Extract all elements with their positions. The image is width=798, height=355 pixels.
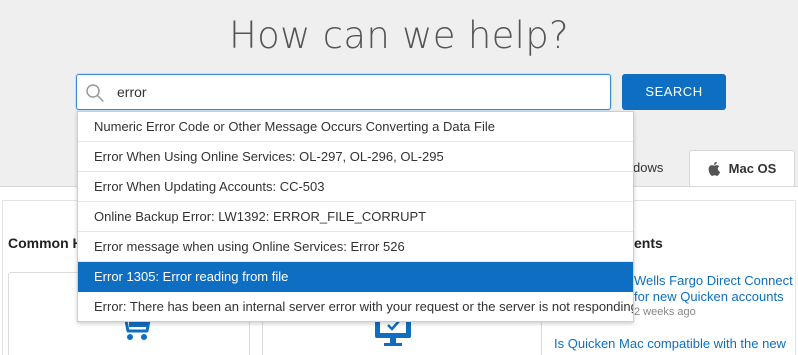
article-link[interactable]: Is Quicken Mac compatible with the new: [554, 336, 794, 352]
suggestion-item[interactable]: Error When Using Online Services: OL-297…: [78, 142, 633, 172]
page-title: How can we help?: [229, 14, 569, 57]
search-button[interactable]: SEARCH: [622, 74, 726, 110]
suggestion-item-selected[interactable]: Error 1305: Error reading from file: [78, 262, 633, 292]
suggestion-item[interactable]: Error When Updating Accounts: CC-503: [78, 172, 633, 202]
suggestion-item[interactable]: Error: There has been an internal server…: [78, 292, 633, 322]
apple-icon: [708, 161, 720, 176]
recent-heading: ents: [634, 235, 663, 251]
article-time: 2 weeks ago: [634, 306, 696, 318]
search-box[interactable]: [76, 74, 611, 110]
search-icon: [86, 84, 104, 102]
common-heading: Common H: [8, 235, 83, 251]
tab-mac-os[interactable]: Mac OS: [689, 150, 795, 186]
suggestion-item[interactable]: Numeric Error Code or Other Message Occu…: [78, 112, 633, 142]
search-suggestions-dropdown: Numeric Error Code or Other Message Occu…: [77, 111, 634, 322]
tab-mac-os-label: Mac OS: [728, 160, 777, 176]
search-input[interactable]: [115, 75, 595, 109]
article-link[interactable]: Wells Fargo Direct Connect for new Quick…: [634, 273, 794, 305]
suggestion-item[interactable]: Online Backup Error: LW1392: ERROR_FILE_…: [78, 202, 633, 232]
suggestion-item[interactable]: Error message when using Online Services…: [78, 232, 633, 262]
